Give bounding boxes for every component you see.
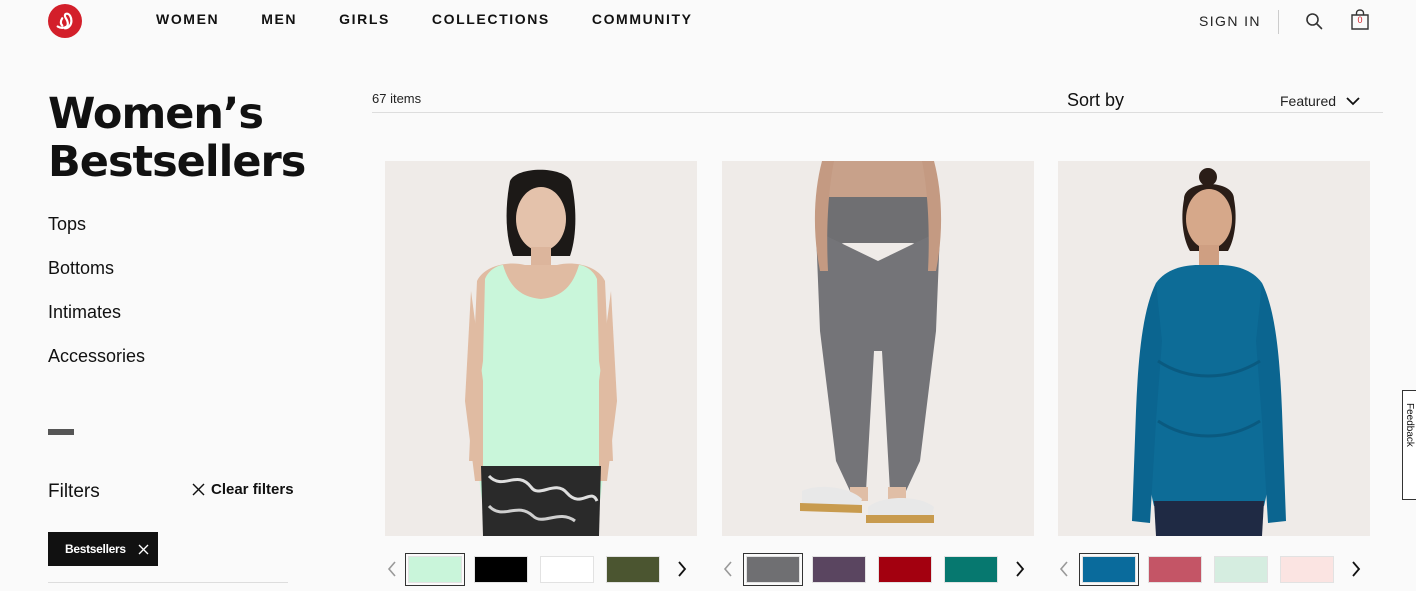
nav-men[interactable]: MEN (261, 11, 297, 27)
color-swatch[interactable] (540, 555, 594, 583)
header-divider (1278, 10, 1279, 34)
color-swatch[interactable] (474, 555, 528, 583)
swatch-prev-arrow[interactable] (1054, 554, 1074, 584)
color-swatch[interactable] (812, 555, 866, 583)
feedback-tab[interactable]: Feedback (1402, 390, 1416, 500)
filters-heading: Filters (48, 481, 100, 502)
chevron-down-icon (1346, 97, 1360, 106)
product-image-leggings (722, 161, 1034, 536)
color-swatch[interactable] (944, 555, 998, 583)
active-filter-chip[interactable]: Bestsellers (48, 532, 158, 566)
product-image-long-sleeve (1058, 161, 1370, 536)
product-image-tank (385, 161, 697, 536)
sort-dropdown[interactable]: Featured (1280, 93, 1360, 109)
chevron-right-icon (1352, 561, 1361, 577)
sign-in-link[interactable]: SIGN IN (1199, 13, 1261, 29)
logo-mark-icon (56, 12, 73, 30)
feedback-label: Feedback (1404, 403, 1415, 447)
nav-collections[interactable]: COLLECTIONS (432, 11, 550, 27)
main-nav: WOMEN MEN GIRLS COLLECTIONS COMMUNITY (156, 11, 735, 27)
swatch-next-arrow[interactable] (1010, 554, 1030, 584)
bag-count: 0 (1357, 15, 1363, 25)
close-icon (192, 483, 205, 496)
color-swatch[interactable] (1148, 555, 1202, 583)
remove-filter-icon[interactable] (138, 544, 149, 555)
category-tops[interactable]: Tops (48, 214, 86, 235)
color-swatch[interactable] (405, 552, 465, 586)
category-bottoms[interactable]: Bottoms (48, 258, 114, 279)
chevron-right-icon (1016, 561, 1025, 577)
color-swatch[interactable] (1280, 555, 1334, 583)
section-divider (48, 429, 74, 435)
results-divider (372, 112, 1383, 113)
chevron-right-icon (678, 561, 687, 577)
color-swatch[interactable] (606, 555, 660, 583)
category-intimates[interactable]: Intimates (48, 302, 121, 323)
product-card-tank[interactable] (385, 161, 697, 536)
swatch-next-arrow[interactable] (1346, 554, 1366, 584)
swatch-row-tank (382, 552, 692, 586)
swatch-row-leggings (718, 552, 1030, 586)
chevron-left-icon (387, 561, 396, 577)
chevron-left-icon (1059, 561, 1068, 577)
color-swatch[interactable] (743, 552, 803, 586)
swatch-next-arrow[interactable] (672, 554, 692, 584)
product-card-leggings[interactable] (722, 161, 1034, 536)
color-swatch[interactable] (878, 555, 932, 583)
color-swatch[interactable] (1214, 555, 1268, 583)
clear-filters-label: Clear filters (211, 481, 294, 498)
swatch-prev-arrow[interactable] (382, 554, 402, 584)
sort-selected-value: Featured (1280, 93, 1337, 109)
nav-women[interactable]: WOMEN (156, 11, 219, 27)
lululemon-logo[interactable] (48, 4, 82, 38)
swatch-prev-arrow[interactable] (718, 554, 738, 584)
search-icon[interactable] (1305, 12, 1323, 30)
color-swatch[interactable] (1079, 552, 1139, 586)
sidebar-divider (48, 582, 288, 583)
product-card-long-sleeve[interactable] (1058, 161, 1370, 536)
sort-label: Sort by (1067, 90, 1125, 110)
page-title: Women’s Bestsellers (48, 89, 306, 187)
category-accessories[interactable]: Accessories (48, 346, 145, 367)
nav-community[interactable]: COMMUNITY (592, 11, 693, 27)
active-filter-label: Bestsellers (65, 542, 126, 556)
clear-filters-button[interactable]: Clear filters (192, 481, 294, 498)
chevron-left-icon (723, 561, 732, 577)
item-count: 67 items (372, 91, 422, 106)
swatch-row-long-sleeve (1054, 552, 1366, 586)
nav-girls[interactable]: GIRLS (339, 11, 390, 27)
